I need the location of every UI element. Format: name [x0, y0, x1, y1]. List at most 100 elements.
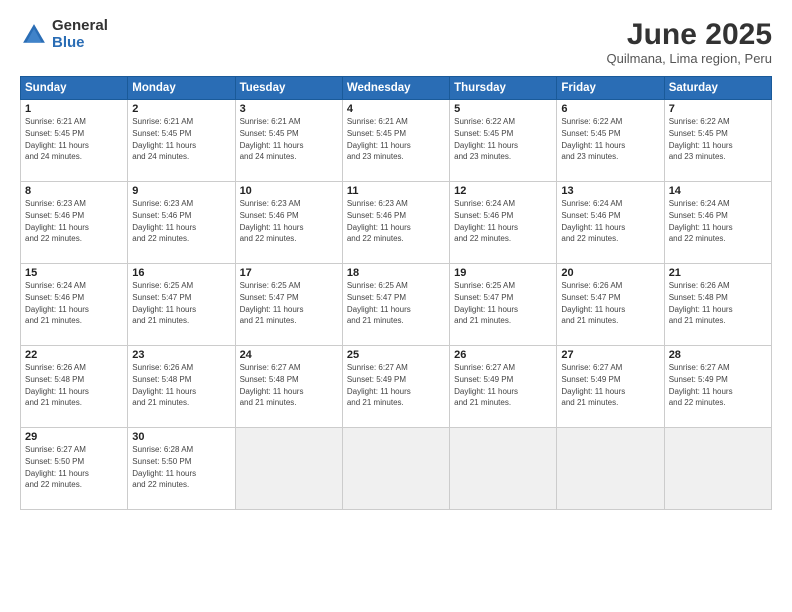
calendar-table: Sunday Monday Tuesday Wednesday Thursday…	[20, 76, 772, 510]
day-number: 22	[25, 349, 123, 361]
day-number: 4	[347, 103, 445, 115]
title-block: June 2025 Quilmana, Lima region, Peru	[607, 18, 772, 66]
col-saturday: Saturday	[664, 77, 771, 100]
table-row: 22Sunrise: 6:26 AMSunset: 5:48 PMDayligh…	[21, 346, 128, 428]
day-number: 23	[132, 349, 230, 361]
day-info: Sunrise: 6:22 AMSunset: 5:45 PMDaylight:…	[454, 117, 518, 161]
day-info: Sunrise: 6:25 AMSunset: 5:47 PMDaylight:…	[240, 281, 304, 325]
day-number: 6	[561, 103, 659, 115]
calendar-week-1: 1Sunrise: 6:21 AMSunset: 5:45 PMDaylight…	[21, 100, 772, 182]
logo-general-text: General	[52, 18, 108, 35]
day-info: Sunrise: 6:21 AMSunset: 5:45 PMDaylight:…	[240, 117, 304, 161]
calendar-week-5: 29 Sunrise: 6:27 AMSunset: 5:50 PMDayligh…	[21, 428, 772, 510]
day-info: Sunrise: 6:25 AMSunset: 5:47 PMDaylight:…	[347, 281, 411, 325]
logo: General Blue	[20, 18, 108, 51]
day-number: 26	[454, 349, 552, 361]
table-row: 24 Sunrise: 6:27 AMSunset: 5:48 PMDayligh…	[235, 346, 342, 428]
day-info: Sunrise: 6:23 AMSunset: 5:46 PMDaylight:…	[347, 199, 411, 243]
day-number: 24	[240, 349, 338, 361]
table-row	[664, 428, 771, 510]
calendar-header-row: Sunday Monday Tuesday Wednesday Thursday…	[21, 77, 772, 100]
day-number: 8	[25, 185, 123, 197]
table-row: 8Sunrise: 6:23 AMSunset: 5:46 PMDaylight…	[21, 182, 128, 264]
day-info: Sunrise: 6:27 AMSunset: 5:49 PMDaylight:…	[669, 363, 733, 407]
table-row: 23 Sunrise: 6:26 AMSunset: 5:48 PMDayligh…	[128, 346, 235, 428]
day-info: Sunrise: 6:26 AMSunset: 5:47 PMDaylight:…	[561, 281, 625, 325]
day-number: 3	[240, 103, 338, 115]
day-number: 20	[561, 267, 659, 279]
table-row: 26 Sunrise: 6:27 AMSunset: 5:49 PMDayligh…	[450, 346, 557, 428]
day-number: 13	[561, 185, 659, 197]
table-row: 3 Sunrise: 6:21 AMSunset: 5:45 PMDaylight…	[235, 100, 342, 182]
day-info: Sunrise: 6:27 AMSunset: 5:49 PMDaylight:…	[454, 363, 518, 407]
logo-text: General Blue	[52, 18, 108, 51]
day-info: Sunrise: 6:21 AMSunset: 5:45 PMDaylight:…	[25, 117, 89, 161]
table-row: 9 Sunrise: 6:23 AMSunset: 5:46 PMDaylight…	[128, 182, 235, 264]
day-number: 29	[25, 431, 123, 443]
table-row	[450, 428, 557, 510]
day-number: 17	[240, 267, 338, 279]
calendar-subtitle: Quilmana, Lima region, Peru	[607, 51, 772, 66]
table-row	[342, 428, 449, 510]
logo-icon	[20, 21, 48, 49]
col-tuesday: Tuesday	[235, 77, 342, 100]
table-row: 27 Sunrise: 6:27 AMSunset: 5:49 PMDayligh…	[557, 346, 664, 428]
table-row: 15 Sunrise: 6:24 AMSunset: 5:46 PMDayligh…	[21, 264, 128, 346]
table-row: 20 Sunrise: 6:26 AMSunset: 5:47 PMDayligh…	[557, 264, 664, 346]
day-number: 7	[669, 103, 767, 115]
table-row: 4Sunrise: 6:21 AMSunset: 5:45 PMDaylight…	[342, 100, 449, 182]
day-info: Sunrise: 6:25 AMSunset: 5:47 PMDaylight:…	[132, 281, 196, 325]
header: General Blue June 2025 Quilmana, Lima re…	[20, 18, 772, 66]
day-info: Sunrise: 6:25 AMSunset: 5:47 PMDaylight:…	[454, 281, 518, 325]
day-number: 30	[132, 431, 230, 443]
table-row: 30 Sunrise: 6:28 AMSunset: 5:50 PMDayligh…	[128, 428, 235, 510]
day-info: Sunrise: 6:27 AMSunset: 5:50 PMDaylight:…	[25, 445, 89, 489]
table-row: 29 Sunrise: 6:27 AMSunset: 5:50 PMDayligh…	[21, 428, 128, 510]
table-row: 18Sunrise: 6:25 AMSunset: 5:47 PMDayligh…	[342, 264, 449, 346]
table-row: 14Sunrise: 6:24 AMSunset: 5:46 PMDayligh…	[664, 182, 771, 264]
day-number: 27	[561, 349, 659, 361]
table-row: 6Sunrise: 6:22 AMSunset: 5:45 PMDaylight…	[557, 100, 664, 182]
table-row: 19Sunrise: 6:25 AMSunset: 5:47 PMDayligh…	[450, 264, 557, 346]
day-number: 14	[669, 185, 767, 197]
table-row: 1Sunrise: 6:21 AMSunset: 5:45 PMDaylight…	[21, 100, 128, 182]
table-row: 25Sunrise: 6:27 AMSunset: 5:49 PMDayligh…	[342, 346, 449, 428]
day-number: 28	[669, 349, 767, 361]
table-row	[235, 428, 342, 510]
table-row: 2 Sunrise: 6:21 AMSunset: 5:45 PMDaylight…	[128, 100, 235, 182]
calendar-title: June 2025	[607, 18, 772, 51]
calendar-week-4: 22 Sunrise: 6:26 AMSunset: 5:48 PMDayligh…	[21, 346, 772, 428]
day-info: Sunrise: 6:26 AMSunset: 5:48 PMDaylight:…	[669, 281, 733, 325]
day-info: Sunrise: 6:23 AMSunset: 5:46 PMDaylight:…	[240, 199, 304, 243]
day-info: Sunrise: 6:21 AMSunset: 5:45 PMDaylight:…	[132, 117, 196, 161]
day-number: 10	[240, 185, 338, 197]
day-info: Sunrise: 6:27 AMSunset: 5:49 PMDaylight:…	[561, 363, 625, 407]
day-number: 2	[132, 103, 230, 115]
day-info: Sunrise: 6:23 AMSunset: 5:46 PMDaylight:…	[132, 199, 196, 243]
day-number: 11	[347, 185, 445, 197]
day-info: Sunrise: 6:26 AMSunset: 5:48 PMDaylight:…	[132, 363, 196, 407]
day-info: Sunrise: 6:24 AMSunset: 5:46 PMDaylight:…	[454, 199, 518, 243]
calendar-week-2: 8 Sunrise: 6:23 AMSunset: 5:46 PMDaylight…	[21, 182, 772, 264]
day-number: 15	[25, 267, 123, 279]
day-number: 25	[347, 349, 445, 361]
col-sunday: Sunday	[21, 77, 128, 100]
day-info: Sunrise: 6:28 AMSunset: 5:50 PMDaylight:…	[132, 445, 196, 489]
day-number: 9	[132, 185, 230, 197]
table-row: 7Sunrise: 6:22 AMSunset: 5:45 PMDaylight…	[664, 100, 771, 182]
page: General Blue June 2025 Quilmana, Lima re…	[0, 0, 792, 612]
logo-blue-text: Blue	[52, 35, 108, 52]
calendar-week-3: 15 Sunrise: 6:24 AMSunset: 5:46 PMDayligh…	[21, 264, 772, 346]
table-row	[557, 428, 664, 510]
table-row: 16Sunrise: 6:25 AMSunset: 5:47 PMDayligh…	[128, 264, 235, 346]
day-info: Sunrise: 6:24 AMSunset: 5:46 PMDaylight:…	[561, 199, 625, 243]
table-row: 17 Sunrise: 6:25 AMSunset: 5:47 PMDayligh…	[235, 264, 342, 346]
table-row: 13 Sunrise: 6:24 AMSunset: 5:46 PMDayligh…	[557, 182, 664, 264]
col-monday: Monday	[128, 77, 235, 100]
col-thursday: Thursday	[450, 77, 557, 100]
table-row: 28 Sunrise: 6:27 AMSunset: 5:49 PMDayligh…	[664, 346, 771, 428]
day-info: Sunrise: 6:27 AMSunset: 5:48 PMDaylight:…	[240, 363, 304, 407]
col-wednesday: Wednesday	[342, 77, 449, 100]
day-number: 5	[454, 103, 552, 115]
day-info: Sunrise: 6:24 AMSunset: 5:46 PMDaylight:…	[25, 281, 89, 325]
